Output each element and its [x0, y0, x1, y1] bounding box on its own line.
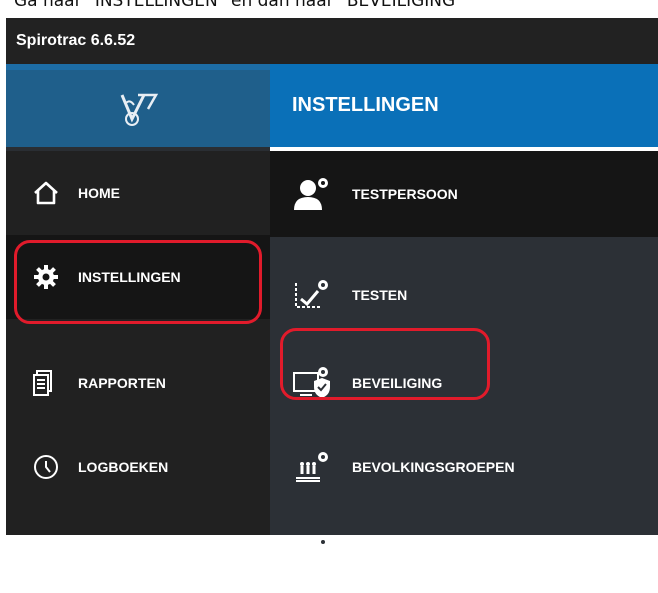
sidebar-item-logboeken[interactable]: LOGBOEKEN — [6, 425, 270, 509]
window-title: Spirotrac 6.6.52 — [6, 18, 658, 64]
logo-area[interactable] — [6, 70, 270, 147]
submenu-item-groepen[interactable]: GROEPEN — [270, 509, 658, 593]
sidebar: HOME INSTELLINGEN RAPPORTEN LOGBOEKEN HE… — [6, 151, 270, 559]
person-gear-icon — [292, 176, 352, 212]
instruction-caption: Ga naar "INSTELLINGEN" en dan naar "BEVE… — [14, 0, 464, 11]
app-window: Spirotrac 6.6.52 INSTELLINGEN HOME INSTE… — [6, 18, 658, 559]
groups-gear-icon — [292, 533, 352, 569]
submenu-item-bevolkingsgroepen[interactable]: BEVOLKINGSGROEPEN — [270, 425, 658, 509]
submenu-item-label: GROEPEN — [352, 543, 423, 559]
sidebar-item-label: RAPPORTEN — [78, 375, 166, 391]
sidebar-item-instellingen[interactable]: INSTELLINGEN — [6, 235, 270, 319]
sidebar-item-help[interactable]: HELP — [6, 509, 270, 593]
clock-icon — [32, 453, 78, 481]
sidebar-item-label: LOGBOEKEN — [78, 459, 169, 475]
population-gear-icon — [292, 449, 352, 485]
sidebar-item-label: HOME — [78, 185, 120, 201]
gear-icon — [32, 263, 78, 291]
sidebar-item-label: HELP — [78, 543, 116, 559]
chart-gear-icon — [292, 277, 352, 313]
help-icon — [32, 537, 78, 565]
report-icon — [32, 369, 78, 397]
settings-submenu: TESTPERSOON TESTEN BEVEILIGING BEVOLKING… — [270, 151, 658, 559]
sidebar-item-rapporten[interactable]: RAPPORTEN — [6, 341, 270, 425]
submenu-item-label: TESTPERSOON — [352, 186, 458, 202]
submenu-item-testen[interactable]: TESTEN — [270, 253, 658, 337]
sidebar-item-label: INSTELLINGEN — [78, 269, 181, 285]
submenu-item-beveiliging[interactable]: BEVEILIGING — [270, 341, 658, 425]
submenu-item-label: TESTEN — [352, 287, 408, 303]
sidebar-item-home[interactable]: HOME — [6, 151, 270, 235]
submenu-item-label: BEVEILIGING — [352, 375, 443, 391]
vitalograph-logo-icon — [120, 93, 159, 126]
submenu-item-testpersoon[interactable]: TESTPERSOON — [270, 151, 658, 237]
submenu-item-label: BEVOLKINGSGROEPEN — [352, 459, 515, 475]
home-icon — [32, 180, 78, 206]
monitor-shield-icon — [292, 365, 352, 401]
section-header: INSTELLINGEN — [270, 64, 658, 147]
